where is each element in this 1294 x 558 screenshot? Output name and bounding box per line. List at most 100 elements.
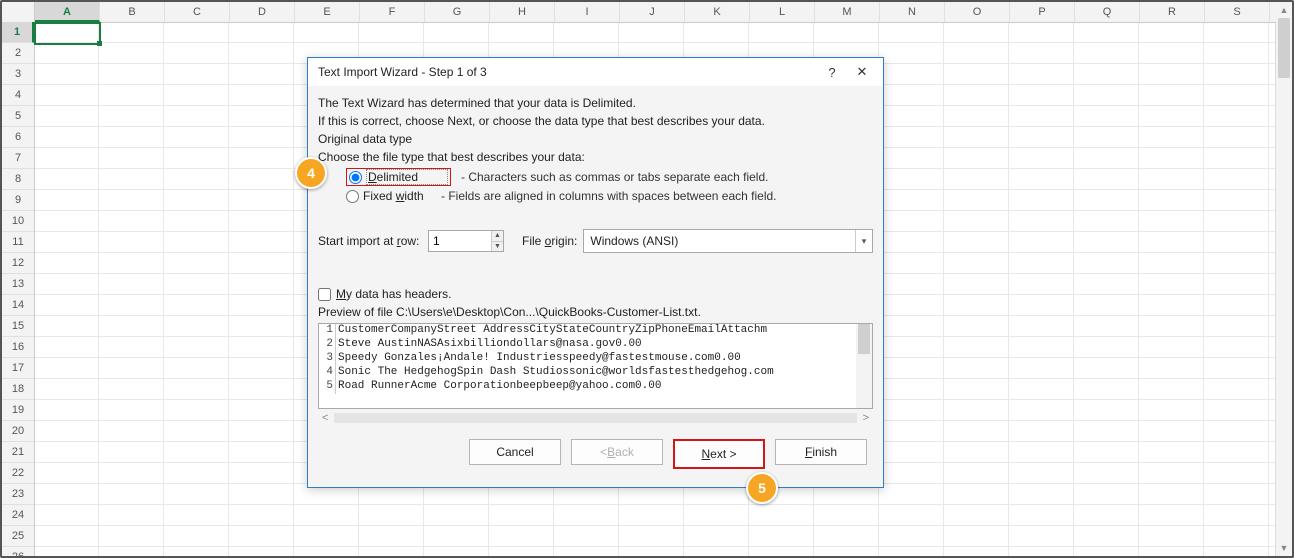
cell[interactable] bbox=[359, 526, 424, 546]
cell[interactable] bbox=[99, 64, 164, 84]
cell[interactable] bbox=[879, 358, 944, 378]
cell[interactable] bbox=[1074, 484, 1139, 504]
row-header-12[interactable]: 12 bbox=[2, 253, 34, 274]
cell[interactable] bbox=[489, 526, 554, 546]
cell[interactable] bbox=[684, 22, 749, 42]
row-header-18[interactable]: 18 bbox=[2, 379, 34, 400]
cell[interactable] bbox=[879, 253, 944, 273]
cell[interactable] bbox=[1139, 316, 1204, 336]
cell[interactable] bbox=[1074, 106, 1139, 126]
cell[interactable] bbox=[229, 526, 294, 546]
file-origin-select[interactable]: Windows (ANSI) ▾ bbox=[583, 229, 873, 253]
column-header-S[interactable]: S bbox=[1205, 2, 1270, 22]
cell[interactable] bbox=[1204, 85, 1269, 105]
cell[interactable] bbox=[1074, 274, 1139, 294]
cell[interactable] bbox=[944, 148, 1009, 168]
row-header-20[interactable]: 20 bbox=[2, 421, 34, 442]
cell[interactable] bbox=[1139, 295, 1204, 315]
cell[interactable] bbox=[814, 547, 879, 558]
cell[interactable] bbox=[164, 211, 229, 231]
cell[interactable] bbox=[1204, 148, 1269, 168]
cell[interactable] bbox=[1204, 463, 1269, 483]
cell[interactable] bbox=[99, 253, 164, 273]
spin-up-icon[interactable]: ▲ bbox=[492, 231, 503, 242]
cell[interactable] bbox=[1009, 169, 1074, 189]
cell[interactable] bbox=[1139, 337, 1204, 357]
row-header-19[interactable]: 19 bbox=[2, 400, 34, 421]
cell[interactable] bbox=[879, 22, 944, 42]
cell[interactable] bbox=[1009, 505, 1074, 525]
row-header-16[interactable]: 16 bbox=[2, 337, 34, 358]
cell[interactable] bbox=[34, 442, 99, 462]
cell[interactable] bbox=[1009, 421, 1074, 441]
cell[interactable] bbox=[944, 64, 1009, 84]
dialog-titlebar[interactable]: Text Import Wizard - Step 1 of 3 ? ✕ bbox=[308, 58, 883, 86]
cell[interactable] bbox=[99, 526, 164, 546]
next-button[interactable]: Next > bbox=[673, 439, 765, 469]
start-row-input[interactable] bbox=[429, 231, 491, 251]
cell[interactable] bbox=[1074, 211, 1139, 231]
cell[interactable] bbox=[489, 547, 554, 558]
cell[interactable] bbox=[1139, 442, 1204, 462]
cell[interactable] bbox=[164, 169, 229, 189]
cell[interactable] bbox=[229, 505, 294, 525]
column-header-A[interactable]: A bbox=[35, 2, 100, 22]
cell[interactable] bbox=[944, 421, 1009, 441]
cell[interactable] bbox=[944, 295, 1009, 315]
cell[interactable] bbox=[34, 421, 99, 441]
cell[interactable] bbox=[1204, 274, 1269, 294]
cell[interactable] bbox=[879, 400, 944, 420]
cancel-button[interactable]: Cancel bbox=[469, 439, 561, 465]
cell[interactable] bbox=[749, 22, 814, 42]
cell[interactable] bbox=[229, 64, 294, 84]
cell[interactable] bbox=[99, 106, 164, 126]
cell[interactable] bbox=[749, 526, 814, 546]
cell[interactable] bbox=[814, 526, 879, 546]
cell[interactable] bbox=[1204, 505, 1269, 525]
cell[interactable] bbox=[879, 526, 944, 546]
cell[interactable] bbox=[1074, 253, 1139, 273]
column-header-H[interactable]: H bbox=[490, 2, 555, 22]
cell[interactable] bbox=[879, 43, 944, 63]
cell[interactable] bbox=[1074, 358, 1139, 378]
cell[interactable] bbox=[944, 505, 1009, 525]
cell[interactable] bbox=[879, 379, 944, 399]
help-button[interactable]: ? bbox=[817, 61, 847, 83]
cell[interactable] bbox=[99, 169, 164, 189]
cell[interactable] bbox=[99, 505, 164, 525]
cell[interactable] bbox=[619, 505, 684, 525]
cell[interactable] bbox=[619, 547, 684, 558]
cell[interactable] bbox=[879, 274, 944, 294]
cell[interactable] bbox=[1204, 526, 1269, 546]
cell[interactable] bbox=[1139, 484, 1204, 504]
cell[interactable] bbox=[1139, 148, 1204, 168]
cell[interactable] bbox=[1204, 190, 1269, 210]
cell[interactable] bbox=[34, 316, 99, 336]
cell[interactable] bbox=[424, 505, 489, 525]
cell[interactable] bbox=[489, 22, 554, 42]
column-header-J[interactable]: J bbox=[620, 2, 685, 22]
cell[interactable] bbox=[1009, 106, 1074, 126]
cell[interactable] bbox=[1074, 463, 1139, 483]
cell[interactable] bbox=[944, 85, 1009, 105]
cell[interactable] bbox=[229, 148, 294, 168]
cell[interactable] bbox=[554, 505, 619, 525]
cell[interactable] bbox=[164, 106, 229, 126]
cell[interactable] bbox=[34, 463, 99, 483]
cell[interactable] bbox=[1204, 295, 1269, 315]
cell[interactable] bbox=[1009, 463, 1074, 483]
cell[interactable] bbox=[99, 337, 164, 357]
cell[interactable] bbox=[164, 190, 229, 210]
scroll-up-arrow-icon[interactable]: ▲ bbox=[1276, 2, 1292, 18]
column-header-M[interactable]: M bbox=[815, 2, 880, 22]
cell[interactable] bbox=[1139, 421, 1204, 441]
cell[interactable] bbox=[1009, 295, 1074, 315]
cell[interactable] bbox=[34, 295, 99, 315]
cell[interactable] bbox=[1204, 211, 1269, 231]
cell[interactable] bbox=[944, 253, 1009, 273]
cell[interactable] bbox=[554, 22, 619, 42]
cell[interactable] bbox=[1139, 358, 1204, 378]
cell[interactable] bbox=[99, 547, 164, 558]
cell[interactable] bbox=[229, 421, 294, 441]
cell[interactable] bbox=[1139, 463, 1204, 483]
